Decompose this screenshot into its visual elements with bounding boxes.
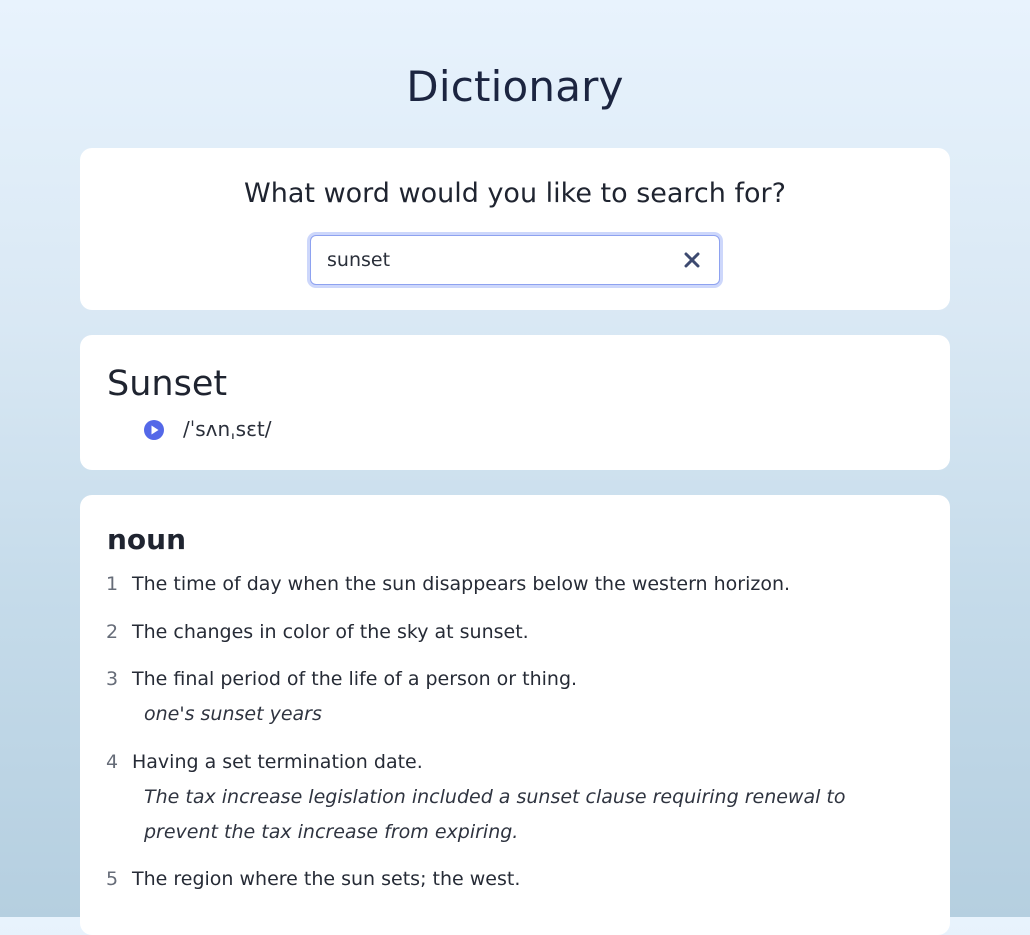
search-box[interactable] bbox=[310, 235, 720, 285]
definition-text: The region where the sun sets; the west. bbox=[132, 868, 521, 890]
definition-number: 4 bbox=[106, 751, 119, 773]
definition-text: The time of day when the sun disappears … bbox=[132, 573, 791, 595]
phonetic-text: /ˈsʌnˌsɛt/ bbox=[183, 417, 272, 441]
definition-number: 1 bbox=[106, 573, 119, 595]
definition-number: 2 bbox=[106, 621, 119, 643]
definition-example: one's sunset years bbox=[144, 703, 322, 725]
definition-text: Having a set termination date. bbox=[132, 751, 423, 773]
definition-text: The final period of the life of a person… bbox=[132, 668, 578, 690]
search-prompt: What word would you like to search for? bbox=[244, 178, 786, 209]
word-title: Sunset bbox=[107, 364, 228, 404]
page-title: Dictionary bbox=[406, 62, 624, 111]
part-of-speech: noun bbox=[107, 523, 187, 556]
definition-number: 5 bbox=[106, 868, 119, 890]
search-card bbox=[80, 148, 950, 310]
search-input[interactable] bbox=[327, 236, 667, 284]
definition-text: The changes in color of the sky at sunse… bbox=[132, 621, 529, 643]
definition-example: The tax increase legislation included a … bbox=[144, 786, 846, 843]
play-circle-icon[interactable] bbox=[143, 419, 165, 441]
definition-number: 3 bbox=[106, 668, 119, 690]
close-icon[interactable] bbox=[681, 249, 703, 271]
